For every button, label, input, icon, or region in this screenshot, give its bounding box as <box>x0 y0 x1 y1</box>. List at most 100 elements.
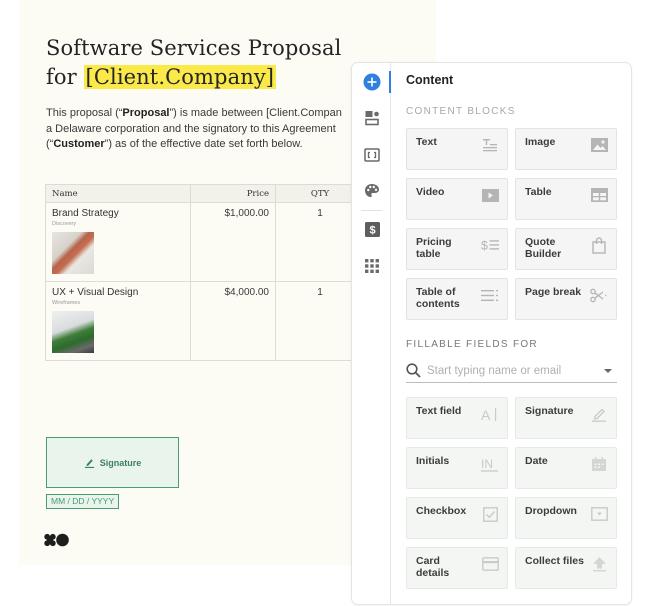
block-video[interactable]: Video <box>406 178 508 220</box>
document-title[interactable]: Software Services Proposal for [Client.C… <box>46 34 341 92</box>
intro-text: ”) is made between [Client.Compan <box>169 107 342 119</box>
block-table[interactable]: Table <box>515 178 617 220</box>
design-palette-icon <box>365 184 379 197</box>
svg-text:IN: IN <box>481 457 493 471</box>
chevron-down-icon[interactable] <box>604 369 612 373</box>
pricing-icon: $ <box>364 221 380 237</box>
signature-field-label: Signature <box>99 457 142 468</box>
rail-design-button[interactable] <box>362 181 382 201</box>
content-blocks-grid: Text Image Video Table Pricing table $ Q… <box>406 128 617 320</box>
rail-blocks-button[interactable] <box>362 108 382 128</box>
tile-label: Text <box>416 136 437 148</box>
rail-add-content-button[interactable] <box>362 72 382 92</box>
tile-label: Dropdown <box>525 505 577 517</box>
signature-field[interactable]: Signature <box>46 437 179 488</box>
field-text-field[interactable]: Text field A <box>406 397 508 439</box>
svg-text:A: A <box>481 407 491 422</box>
rail-divider <box>361 210 382 211</box>
tile-label: Signature <box>525 405 574 417</box>
quote-builder-icon <box>590 236 608 254</box>
scissors-icon <box>590 287 608 303</box>
intro-bold-customer: Customer <box>53 138 105 150</box>
title-line-1: Software Services Proposal <box>46 36 342 60</box>
svg-text:$: $ <box>369 224 375 236</box>
apps-grid-icon <box>365 259 379 273</box>
add-content-icon <box>363 73 381 91</box>
table-row[interactable]: UX + Visual Design Wireframes $4,000.00 … <box>45 281 365 361</box>
content-blocks-heading: CONTENT BLOCKS <box>406 106 516 117</box>
block-image[interactable]: Image <box>515 128 617 170</box>
dropdown-icon <box>590 506 608 522</box>
tile-label: Card details <box>416 555 450 579</box>
tile-label: Table <box>525 186 552 198</box>
initials-icon: IN <box>481 456 499 472</box>
pricing-table-icon: $ <box>481 237 499 253</box>
item-thumbnail-image <box>52 311 94 353</box>
text-field-icon: A <box>481 406 499 422</box>
field-dropdown[interactable]: Dropdown <box>515 497 617 539</box>
item-subtitle: Discovery <box>52 221 77 227</box>
client-company-variable[interactable]: [Client.Company] <box>83 65 277 89</box>
upload-icon <box>590 556 608 572</box>
rail-active-indicator <box>389 71 391 93</box>
fillable-fields-grid: Text field A Signature Initials IN Date <box>406 397 617 589</box>
variables-icon <box>364 148 380 162</box>
toc-icon <box>481 287 499 303</box>
item-name: UX + Visual Design <box>52 287 139 298</box>
block-text[interactable]: Text <box>406 128 508 170</box>
tile-label: Initials <box>416 455 450 467</box>
item-name: Brand Strategy <box>52 208 119 219</box>
intro-text: This proposal (“ <box>46 107 123 119</box>
intro-text: a Delaware corporation and the signatory… <box>46 122 336 135</box>
pen-icon <box>84 459 94 468</box>
tile-label: Collect files <box>525 555 584 567</box>
panel-main: Content CONTENT BLOCKS Text Image Video <box>392 63 631 604</box>
block-page-break[interactable]: Page break <box>515 278 617 320</box>
table-row[interactable]: Brand Strategy Discovery $1,000.00 1 <box>45 202 365 282</box>
pricing-table[interactable]: Name Price QTY Brand Strategy Discovery … <box>45 184 365 361</box>
signature-icon <box>590 406 608 422</box>
intro-text: ”) as of the effective date set forth be… <box>104 138 303 150</box>
image-icon <box>590 137 608 153</box>
tile-label: Date <box>525 455 548 467</box>
video-icon <box>481 187 499 203</box>
credit-card-icon <box>481 556 499 572</box>
svg-text:$: $ <box>481 239 488 252</box>
field-card-details[interactable]: Card details <box>406 547 508 589</box>
block-pricing-table[interactable]: Pricing table $ <box>406 228 508 270</box>
calendar-icon <box>590 456 608 472</box>
item-thumbnail-image <box>52 232 94 274</box>
tile-label: Pricing table <box>416 236 452 260</box>
item-price[interactable]: $1,000.00 <box>190 202 276 282</box>
date-field[interactable]: MM / DD / YYYY <box>46 494 120 509</box>
field-checkbox[interactable]: Checkbox <box>406 497 508 539</box>
fillable-fields-heading: FILLABLE FIELDS FOR <box>406 339 538 350</box>
search-icon <box>406 363 421 378</box>
intro-bold-proposal: Proposal <box>122 107 170 119</box>
pricing-table-header: Name Price QTY <box>45 184 365 203</box>
title-prefix: for <box>46 65 77 89</box>
field-initials[interactable]: Initials IN <box>406 447 508 489</box>
column-header-price: Price <box>190 184 276 203</box>
table-icon <box>590 187 608 203</box>
recipient-search-input[interactable] <box>427 364 595 377</box>
item-subtitle: Wireframes <box>52 300 81 306</box>
block-table-of-contents[interactable]: Table of contents <box>406 278 508 320</box>
tile-label: Table of contents <box>416 286 460 310</box>
field-signature[interactable]: Signature <box>515 397 617 439</box>
tile-label: Image <box>525 136 556 148</box>
text-icon <box>481 137 499 153</box>
rail-pricing-button[interactable]: $ <box>362 219 382 239</box>
rail-apps-button[interactable] <box>362 256 382 276</box>
recipient-selector[interactable] <box>406 359 617 383</box>
rail-variables-button[interactable] <box>362 145 382 165</box>
field-date[interactable]: Date <box>515 447 617 489</box>
checkbox-icon <box>481 506 499 522</box>
field-collect-files[interactable]: Collect files <box>515 547 617 589</box>
tile-label: Text field <box>416 405 462 417</box>
content-panel: $ Content CONTENT BLOCKS Text Image Vide… <box>351 62 632 605</box>
blocks-icon <box>365 111 379 126</box>
block-quote-builder[interactable]: Quote Builder <box>515 228 617 270</box>
panel-title: Content <box>406 73 454 87</box>
item-price[interactable]: $4,000.00 <box>190 281 276 361</box>
